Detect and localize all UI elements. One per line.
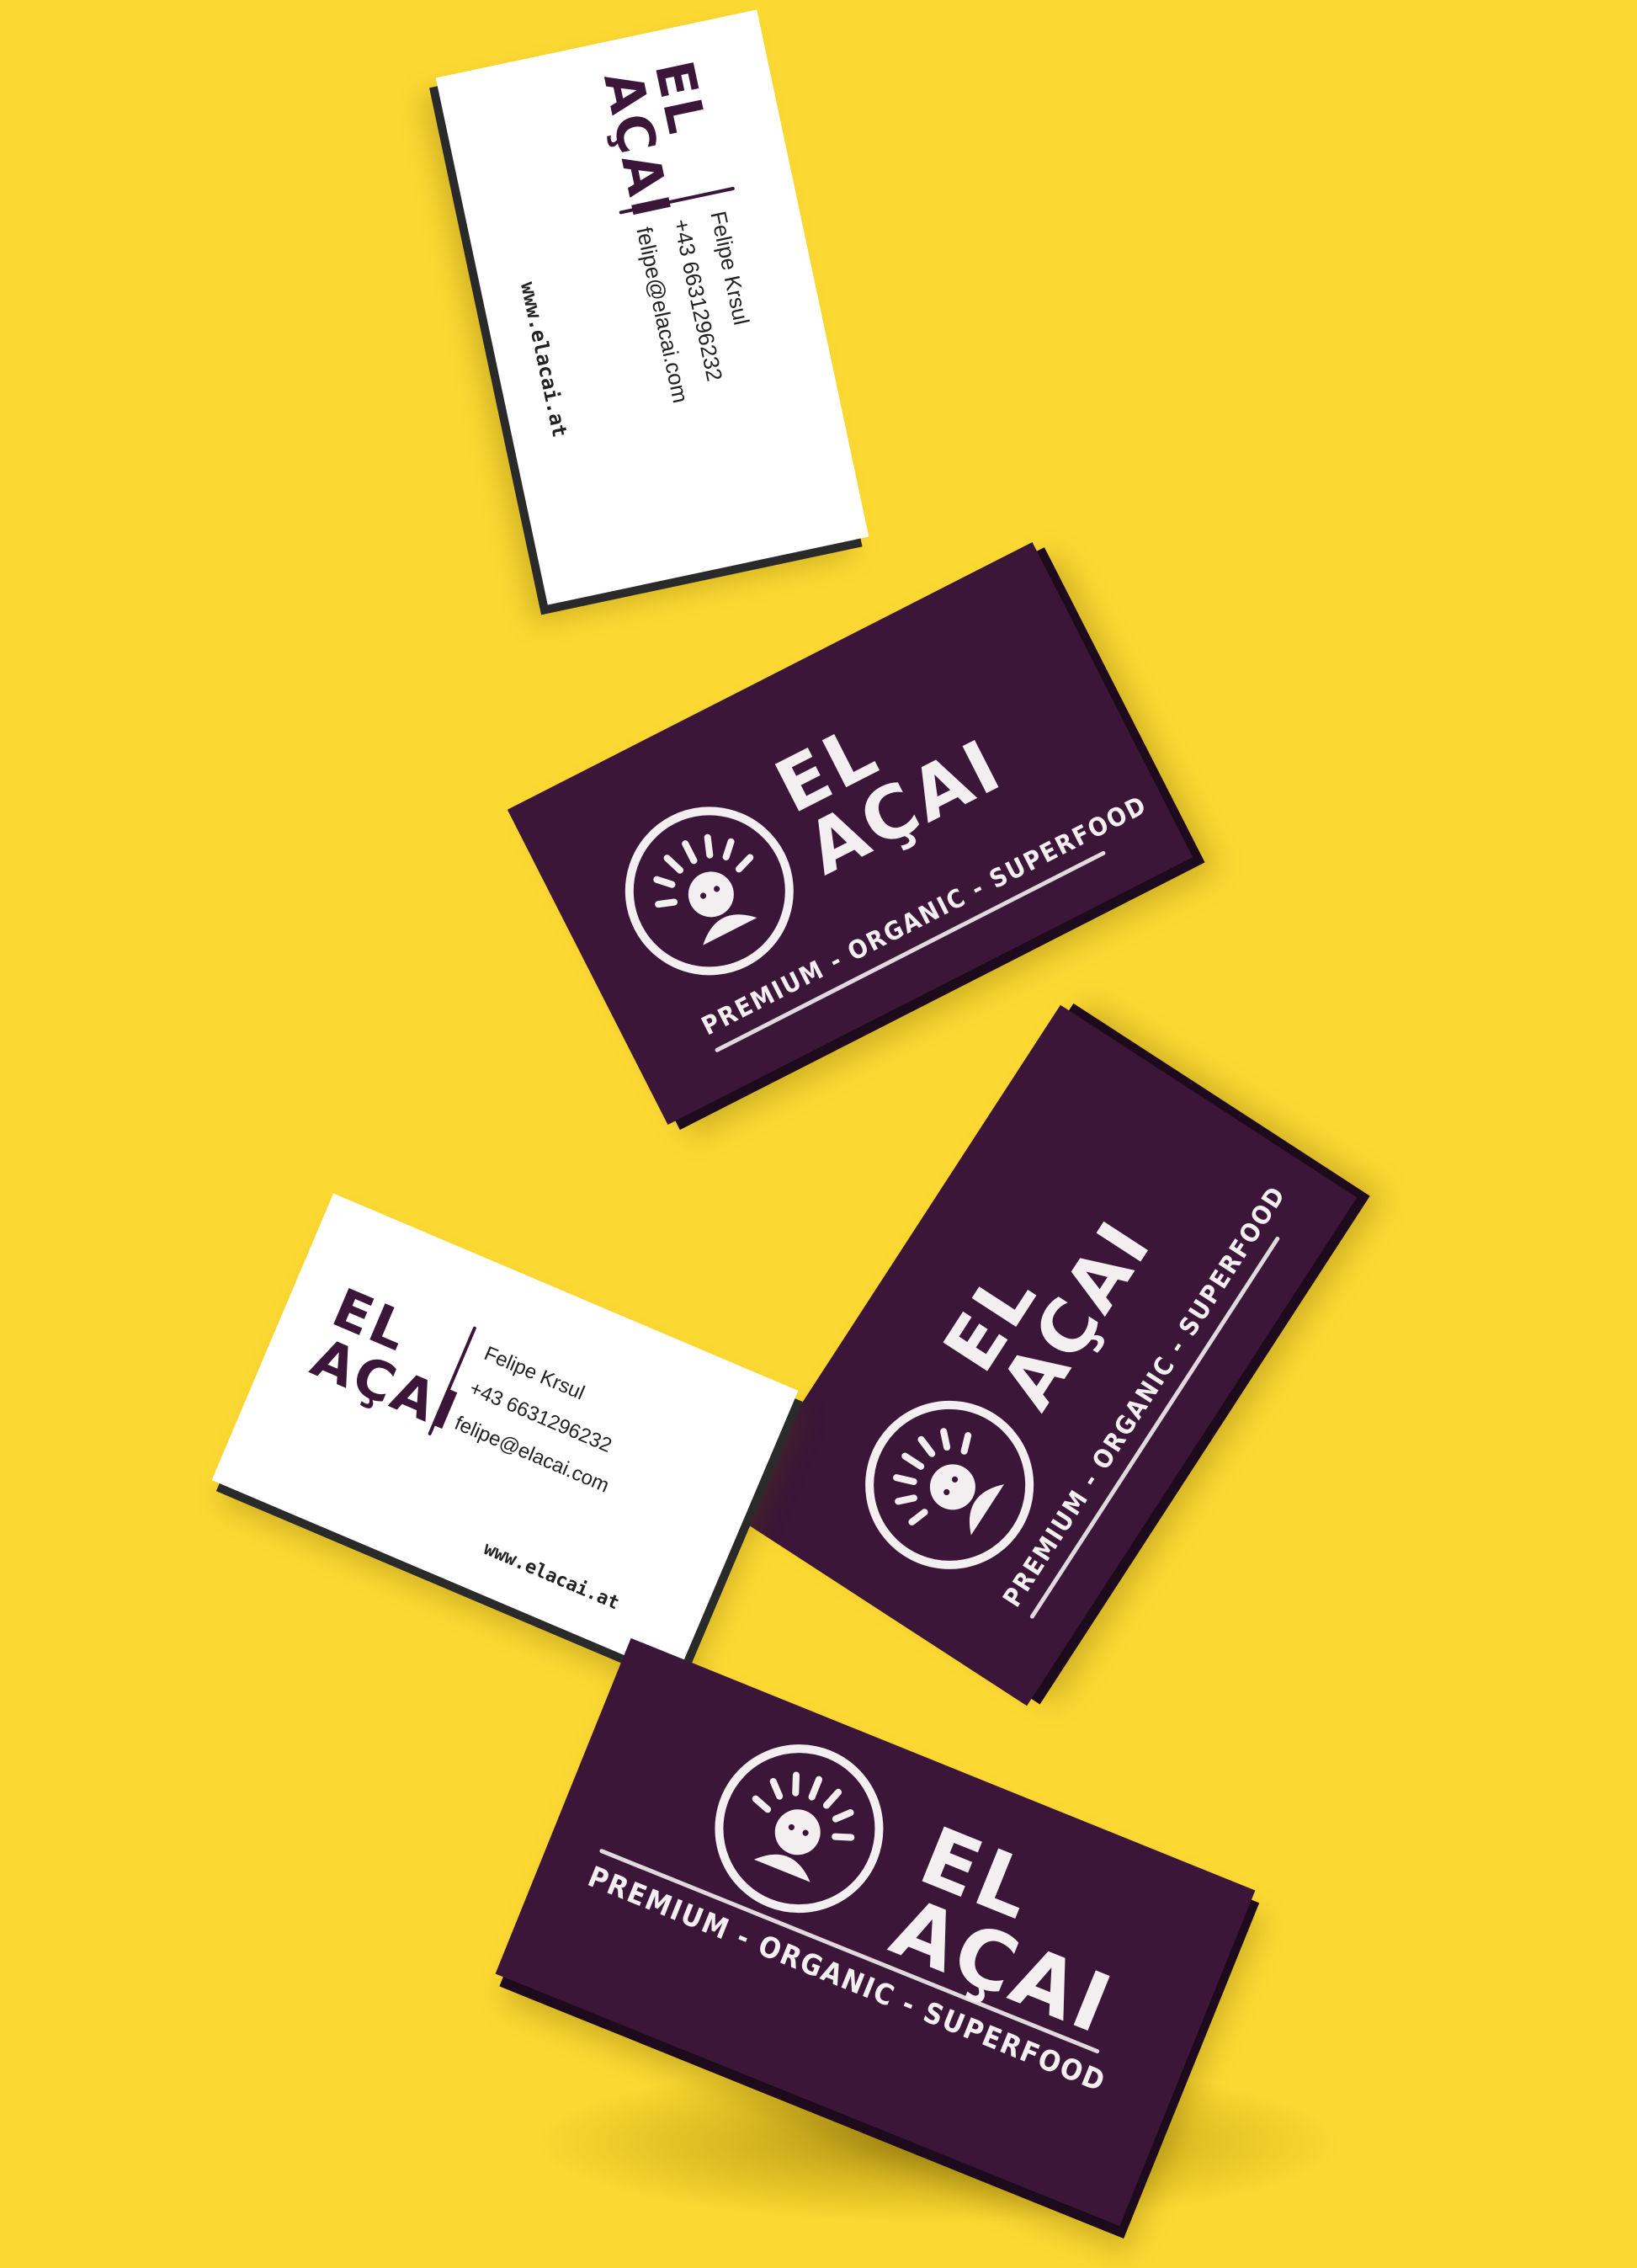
contact-website: www.elacai.at	[515, 280, 572, 439]
business-card-mockup-scene: EL AÇAI Felipe Krsul +43 6631296232 feli…	[0, 0, 1637, 2268]
purple-card-middle: EL AÇAI PREMIUM - ORGANIC - SUPERFOOD	[730, 1004, 1358, 1706]
acai-girl-emblem-icon	[689, 1718, 909, 1939]
brand-logo-text: EL AÇAI	[763, 669, 1015, 892]
white-card-top: EL AÇAI Felipe Krsul +43 6631296232 feli…	[435, 9, 869, 605]
contact-website: www.elacai.at	[480, 1538, 623, 1615]
brand-logo-text: EL AÇAI	[927, 1173, 1167, 1424]
card-brand: EL AÇAI	[592, 56, 729, 225]
white-card-lower: EL AÇAI Felipe Krsul +43 6631296232 feli…	[211, 1193, 799, 1678]
